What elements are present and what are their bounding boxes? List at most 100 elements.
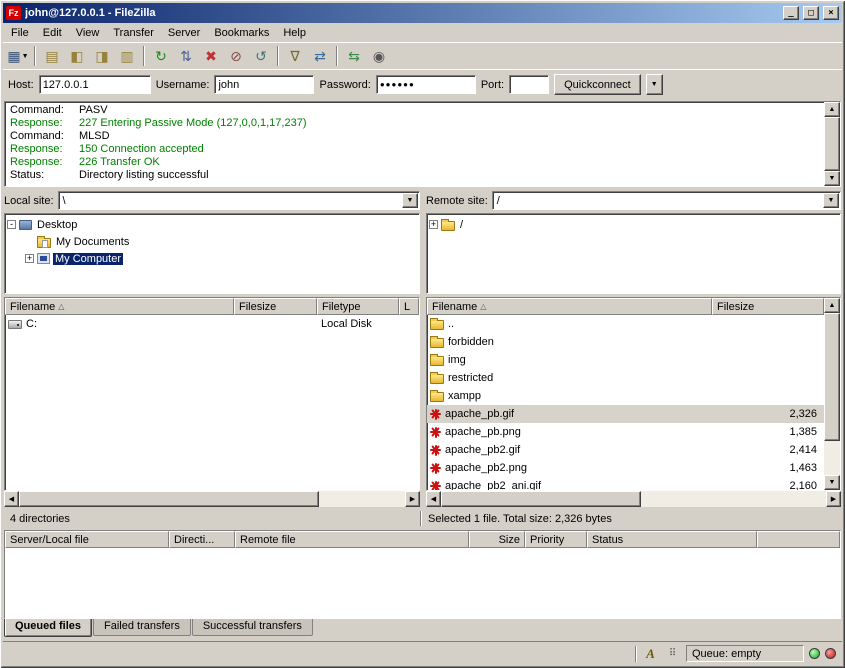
scroll-up-button[interactable]: ▲ [824,102,840,117]
local-list-hscrollbar[interactable]: ◀ ▶ [4,491,420,507]
column-header-filename[interactable]: Filename△ [427,298,712,315]
minimize-button[interactable]: _ [783,6,799,20]
column-header-priority[interactable]: Priority [525,531,587,548]
column-header-remote-file[interactable]: Remote file [235,531,469,548]
tree-item-label[interactable]: My Documents [54,236,131,248]
tree-item-label[interactable]: Desktop [35,219,79,231]
scroll-down-button[interactable]: ▼ [824,475,840,490]
menu-help[interactable]: Help [276,25,313,41]
toolbar-compare-button[interactable]: ⇄ [308,45,332,67]
column-header-size[interactable]: Size [469,531,525,548]
log-line: Status:Directory listing successful [5,169,840,182]
toolbar-filter-button[interactable]: ∇ [283,45,307,67]
toolbar-toggle-local-tree-button[interactable]: ◧ [65,45,89,67]
toolbar-toggle-queue-button[interactable]: ▥ [115,45,139,67]
username-input[interactable] [214,75,314,94]
scroll-down-button[interactable]: ▼ [824,171,840,186]
toolbar-disconnect-button[interactable]: ⊘ [224,45,248,67]
file-row[interactable]: img [427,351,824,369]
column-header-direction[interactable]: Directi... [169,531,235,548]
file-row[interactable]: .. [427,315,824,333]
log-scrollbar-thumb[interactable] [824,117,840,171]
tree-item-label[interactable]: / [458,219,465,231]
remote-list-scrollbar-thumb[interactable] [824,313,840,441]
column-header-server-local-file[interactable]: Server/Local file [5,531,169,548]
scroll-right-button[interactable]: ▶ [826,491,841,507]
expand-expander-icon[interactable]: + [25,254,34,263]
menu-file[interactable]: File [4,25,36,41]
file-row[interactable]: apache_pb2.png 1,463 [427,459,824,477]
toolbar-find-button[interactable]: ◉ [367,45,391,67]
toolbar-toggle-remote-tree-button[interactable]: ◨ [90,45,114,67]
toolbar-process-queue-button[interactable]: ⇅ [174,45,198,67]
close-button[interactable]: × [823,6,839,20]
menu-edit[interactable]: Edit [36,25,69,41]
tab-queued-files[interactable]: Queued files [4,619,92,637]
tab-failed-transfers[interactable]: Failed transfers [93,619,191,636]
toolbar-cancel-button[interactable]: ✖ [199,45,223,67]
scroll-up-button[interactable]: ▲ [824,298,840,313]
toolbar-reconnect-button[interactable]: ↺ [249,45,273,67]
file-row[interactable]: apache_pb2_ani.gif 2,160 [427,477,824,491]
folder-icon [441,221,455,231]
tree-item-desktop[interactable]: - Desktop [7,216,417,233]
file-name: apache_pb2.gif [445,444,520,456]
port-input[interactable] [509,75,549,94]
host-input[interactable] [39,75,151,94]
column-header-filename[interactable]: Filename△ [5,298,234,315]
tree-item-root[interactable]: + / [429,216,838,233]
file-row[interactable]: forbidden [427,333,824,351]
file-row[interactable]: apache_pb.png 1,385 [427,423,824,441]
toolbar-toggle-message-log-button[interactable]: ▤ [40,45,64,67]
scroll-left-button[interactable]: ◀ [426,491,441,507]
column-header-filesize[interactable]: Filesize [234,298,317,315]
password-input[interactable] [376,75,476,94]
combo-dropdown-button[interactable]: ▼ [402,193,418,208]
toolbar-refresh-button[interactable]: ↻ [149,45,173,67]
quickconnect-button[interactable]: Quickconnect [554,74,641,95]
toolbar-separator [34,46,36,66]
data-type-indicator-icon[interactable]: A [642,645,659,662]
expand-expander-icon[interactable]: + [429,220,438,229]
menu-bookmarks[interactable]: Bookmarks [207,25,276,41]
tab-successful-transfers[interactable]: Successful transfers [192,619,313,636]
remote-list-scrollbar[interactable]: ▲ ▼ [824,298,840,490]
remote-list-hscrollbar[interactable]: ◀ ▶ [426,491,841,507]
column-header-status[interactable]: Status [587,531,757,548]
toolbar-site-manager-button[interactable]: ▦ ▼ [6,45,30,67]
log-scrollbar-track[interactable] [824,117,840,171]
remote-site-combobox[interactable]: / ▼ [492,191,841,210]
collapse-expander-icon[interactable]: - [7,220,16,229]
scroll-right-button[interactable]: ▶ [405,491,420,507]
titlebar[interactable]: Fz john@127.0.0.1 - FileZilla _ □ × [3,3,842,23]
remote-list-scrollbar-track[interactable] [824,313,840,475]
file-row-c-drive[interactable]: C: Local Disk [5,315,419,333]
scroll-left-button[interactable]: ◀ [4,491,19,507]
column-header-filetype[interactable]: Filetype [317,298,399,315]
local-site-combobox[interactable]: \ ▼ [58,191,420,210]
maximize-button[interactable]: □ [803,6,819,20]
file-row[interactable]: apache_pb2.gif 2,414 [427,441,824,459]
file-row-selected[interactable]: apache_pb.gif 2,326 [427,405,824,423]
log-scrollbar[interactable]: ▲ ▼ [824,102,840,186]
port-label: Port: [481,79,504,91]
combo-dropdown-button[interactable]: ▼ [823,193,839,208]
menu-view[interactable]: View [69,25,107,41]
tree-item-label-selected[interactable]: My Computer [53,253,123,265]
local-hscrollbar-thumb[interactable] [19,491,319,507]
password-label: Password: [319,79,370,91]
file-name: forbidden [448,336,494,348]
column-header-filesize[interactable]: Filesize [712,298,824,315]
quickconnect-dropdown-button[interactable]: ▼ [646,74,663,95]
filezilla-logo-icon: Fz [6,6,21,20]
tree-item-my-computer[interactable]: + My Computer [7,250,417,267]
remote-hscrollbar-thumb[interactable] [441,491,641,507]
file-row[interactable]: restricted [427,369,824,387]
toolbar-sync-browsing-button[interactable]: ⇆ [342,45,366,67]
menu-server[interactable]: Server [161,25,207,41]
tree-item-my-documents[interactable]: My Documents [7,233,417,250]
file-row[interactable]: xampp [427,387,824,405]
column-header-last-modified[interactable]: L [399,298,419,315]
menu-transfer[interactable]: Transfer [106,25,161,41]
speed-limit-indicator-icon[interactable]: ⠿ [664,645,681,662]
